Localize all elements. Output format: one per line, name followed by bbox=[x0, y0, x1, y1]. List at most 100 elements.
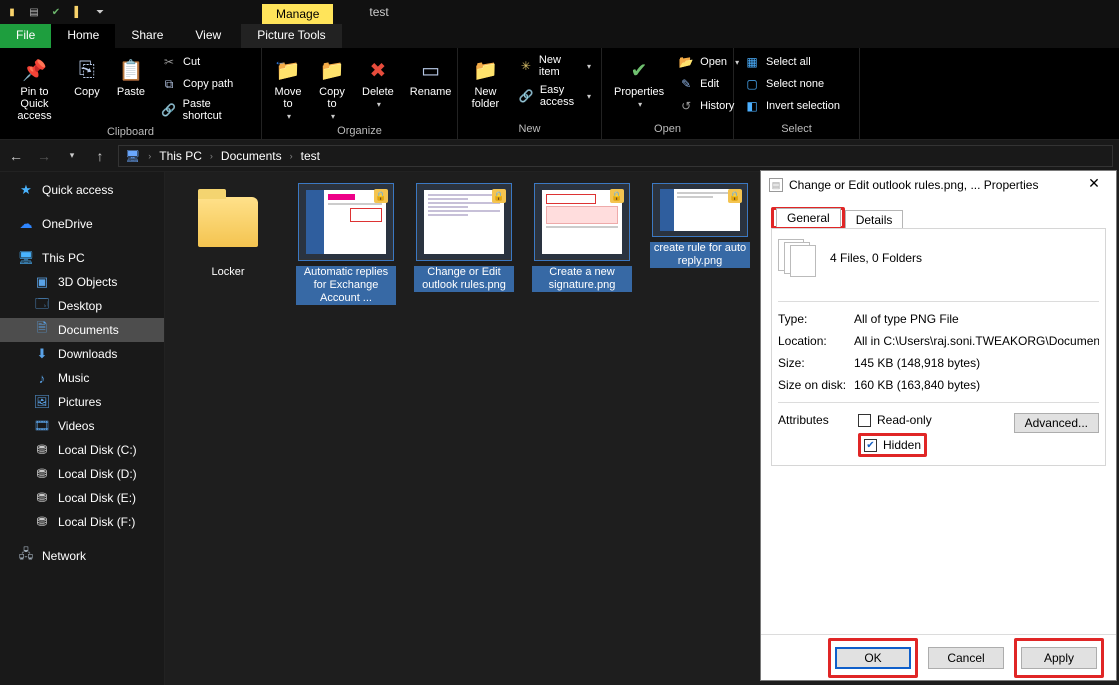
invert-selection-button[interactable]: ◧Invert selection bbox=[740, 96, 844, 116]
properties-dialog: ▤ Change or Edit outlook rules.png, ... … bbox=[760, 170, 1117, 681]
properties-button[interactable]: ✔Properties▾ bbox=[608, 52, 670, 123]
tab-home[interactable]: Home bbox=[51, 24, 115, 48]
back-button[interactable]: ← bbox=[6, 148, 26, 164]
disk-icon: ⛃ bbox=[34, 514, 50, 530]
tab-share[interactable]: Share bbox=[115, 24, 179, 48]
sidebar-3dobjects[interactable]: ▣3D Objects bbox=[0, 270, 164, 294]
copy-path-button[interactable]: ⧉Copy path bbox=[157, 74, 255, 94]
delete-button[interactable]: ✖Delete▾ bbox=[356, 52, 400, 125]
sidebar-desktop[interactable]: 🗔Desktop bbox=[0, 294, 164, 318]
sidebar-disk-c[interactable]: ⛃Local Disk (C:) bbox=[0, 438, 164, 462]
file-item-folder[interactable]: Locker bbox=[177, 184, 279, 279]
ribbon-tabs: File Home Share View Picture Tools bbox=[0, 24, 1119, 48]
sidebar-disk-f[interactable]: ⛃Local Disk (F:) bbox=[0, 510, 164, 534]
sidebar-pictures[interactable]: 🖼Pictures bbox=[0, 390, 164, 414]
advanced-button[interactable]: Advanced... bbox=[1014, 413, 1099, 433]
sidebar-videos[interactable]: 🎞Videos bbox=[0, 414, 164, 438]
folder-icon bbox=[198, 197, 258, 247]
selectall-icon: ▦ bbox=[744, 54, 760, 70]
copy-button[interactable]: ⎘Copy bbox=[67, 52, 107, 126]
sidebar-music[interactable]: ♪Music bbox=[0, 366, 164, 390]
arrow-icon: ← bbox=[274, 54, 286, 68]
highlight-general: General bbox=[771, 207, 845, 229]
crumb-documents[interactable]: Documents bbox=[221, 149, 282, 163]
crumb-test[interactable]: test bbox=[301, 149, 320, 163]
apply-button[interactable]: Apply bbox=[1021, 647, 1097, 669]
edit-button[interactable]: ✎Edit bbox=[674, 74, 743, 94]
window-title: test bbox=[333, 5, 388, 19]
qat-folder-icon[interactable]: ▌ bbox=[70, 4, 86, 20]
up-button[interactable]: ↑ bbox=[90, 148, 110, 164]
qat-dropdown-icon[interactable]: ⏷ bbox=[92, 4, 108, 20]
contextual-tab-manage[interactable]: Manage bbox=[262, 4, 333, 24]
address-bar: ← → ▾ ↑ 🖥 › This PC › Documents › test bbox=[0, 140, 1119, 172]
sizeondisk-label: Size on disk: bbox=[778, 378, 854, 392]
sidebar-disk-d[interactable]: ⛃Local Disk (D:) bbox=[0, 462, 164, 486]
ribbon: 📌Pin to Quick access ⎘Copy 📋Paste ✂Cut ⧉… bbox=[0, 48, 1119, 140]
tab-details[interactable]: Details bbox=[845, 210, 904, 229]
cancel-button[interactable]: Cancel bbox=[928, 647, 1004, 669]
hidden-checkbox[interactable]: ✔Hidden bbox=[864, 438, 921, 452]
file-item[interactable]: 🔒 Automatic replies for Exchange Account… bbox=[295, 184, 397, 305]
readonly-checkbox[interactable]: Read-only bbox=[858, 413, 1010, 427]
videos-icon: 🎞 bbox=[34, 418, 50, 434]
rename-button[interactable]: ▭Rename bbox=[404, 52, 458, 125]
history-button[interactable]: ↺History bbox=[674, 96, 743, 116]
dialog-title: Change or Edit outlook rules.png, ... Pr… bbox=[789, 178, 1074, 192]
tab-general[interactable]: General bbox=[776, 208, 841, 227]
file-name: Locker bbox=[211, 266, 244, 279]
network-icon: 🖧 bbox=[18, 548, 34, 564]
paste-button[interactable]: 📋Paste bbox=[111, 52, 151, 126]
sidebar-thispc[interactable]: 🖥This PC bbox=[0, 246, 164, 270]
sidebar-disk-e[interactable]: ⛃Local Disk (E:) bbox=[0, 486, 164, 510]
pin-quickaccess-button[interactable]: 📌Pin to Quick access bbox=[6, 52, 63, 126]
star-icon: ★ bbox=[18, 182, 34, 198]
close-button[interactable]: ✕ bbox=[1080, 175, 1108, 195]
move-to-button[interactable]: 📁←Move to▾ bbox=[268, 52, 308, 125]
select-all-button[interactable]: ▦Select all bbox=[740, 52, 844, 72]
chevron-down-icon: ▾ bbox=[587, 92, 591, 101]
chevron-down-icon: ▾ bbox=[287, 112, 291, 121]
desktop-icon: 🗔 bbox=[34, 298, 50, 314]
select-none-button[interactable]: ▢Select none bbox=[740, 74, 844, 94]
tab-view[interactable]: View bbox=[179, 24, 237, 48]
ok-button[interactable]: OK bbox=[835, 647, 911, 669]
open-button[interactable]: 📂Open▾ bbox=[674, 52, 743, 72]
paste-shortcut-button[interactable]: 🔗Paste shortcut bbox=[157, 96, 255, 124]
sidebar-onedrive[interactable]: ☁OneDrive bbox=[0, 212, 164, 236]
file-item[interactable]: 🔒 Change or Edit outlook rules.png bbox=[413, 184, 515, 292]
group-clipboard: Clipboard bbox=[6, 126, 255, 140]
forward-button[interactable]: → bbox=[34, 148, 54, 164]
rename-icon: ▭ bbox=[417, 56, 445, 84]
qat-properties-icon[interactable]: ✔ bbox=[48, 4, 64, 20]
cut-icon: ✂ bbox=[161, 54, 177, 70]
new-folder-button[interactable]: 📁New folder bbox=[464, 52, 507, 123]
sizeondisk-value: 160 KB (163,840 bytes) bbox=[854, 378, 1099, 392]
qat-new-icon[interactable]: ▤ bbox=[26, 4, 42, 20]
easy-access-button[interactable]: 🔗Easy access▾ bbox=[515, 82, 595, 110]
dialog-icon: ▤ bbox=[769, 178, 783, 192]
sidebar-network[interactable]: 🖧Network bbox=[0, 544, 164, 568]
crumb-thispc[interactable]: This PC bbox=[159, 149, 202, 163]
file-item[interactable]: 🔒 create rule for auto reply.png bbox=[649, 184, 751, 268]
size-label: Size: bbox=[778, 356, 854, 370]
edit-icon: ✎ bbox=[678, 76, 694, 92]
new-item-button[interactable]: ✳New item▾ bbox=[515, 52, 595, 80]
sidebar-downloads[interactable]: ⬇Downloads bbox=[0, 342, 164, 366]
cut-button[interactable]: ✂Cut bbox=[157, 52, 255, 72]
tab-file[interactable]: File bbox=[0, 24, 51, 48]
pin-icon: 📌 bbox=[20, 56, 48, 84]
recent-button[interactable]: ▾ bbox=[62, 150, 82, 161]
dialog-titlebar[interactable]: ▤ Change or Edit outlook rules.png, ... … bbox=[761, 171, 1116, 199]
sidebar-documents[interactable]: 🗎Documents bbox=[0, 318, 164, 342]
file-name: Change or Edit outlook rules.png bbox=[414, 266, 514, 292]
summary-text: 4 Files, 0 Folders bbox=[830, 251, 922, 265]
breadcrumb[interactable]: 🖥 › This PC › Documents › test bbox=[118, 145, 1113, 167]
chevron-right-icon: › bbox=[290, 151, 293, 161]
tab-picture-tools[interactable]: Picture Tools bbox=[241, 24, 341, 48]
chevron-right-icon: › bbox=[148, 151, 151, 161]
file-item[interactable]: 🔒 Create a new signature.png bbox=[531, 184, 633, 292]
copy-to-button[interactable]: 📁Copy to▾ bbox=[312, 52, 352, 125]
sidebar-quick-access[interactable]: ★Quick access bbox=[0, 178, 164, 202]
size-value: 145 KB (148,918 bytes) bbox=[854, 356, 1099, 370]
